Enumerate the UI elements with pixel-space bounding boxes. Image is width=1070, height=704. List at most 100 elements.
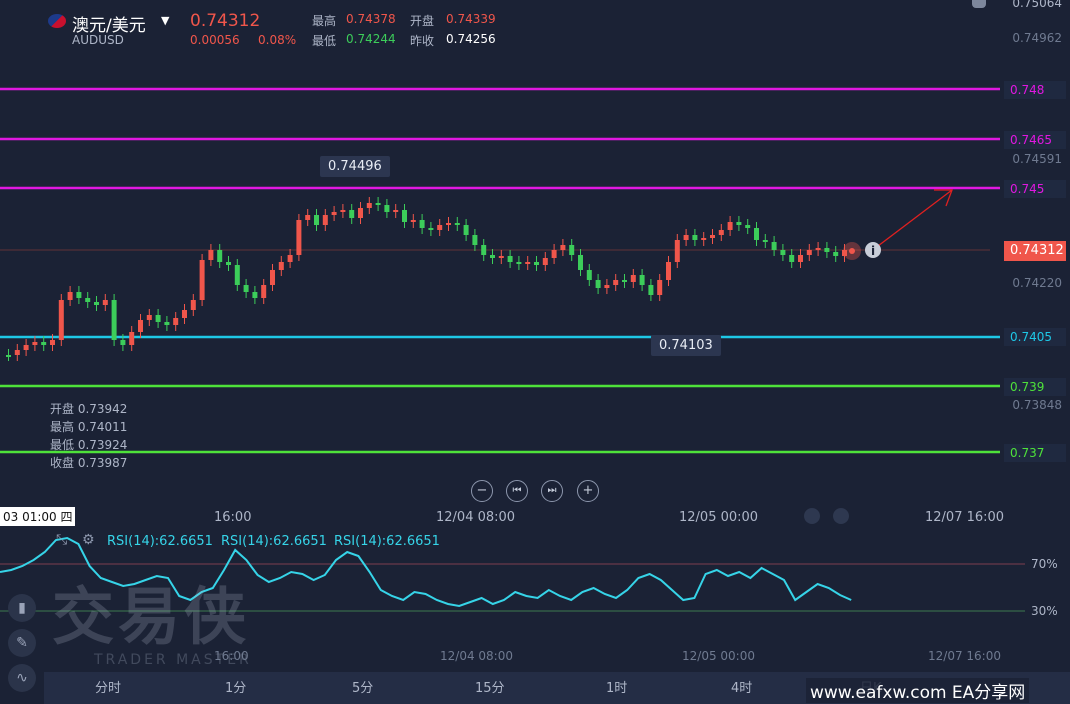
candle (534, 262, 539, 265)
tab-15min[interactable]: 15分 (475, 677, 505, 696)
candle (76, 292, 82, 298)
watermark-logo: 交易侠 (52, 580, 251, 653)
rsi-label: RSI(14):62.6651 (107, 534, 213, 549)
candle (727, 222, 733, 230)
candle (692, 235, 698, 240)
axis-price-top: 0.75064 (1012, 0, 1062, 10)
scroll-right-button[interactable]: ⏭ (541, 480, 563, 502)
zoom-out-button[interactable]: − (471, 480, 493, 502)
candle (710, 235, 715, 238)
candle (384, 205, 390, 212)
candle (648, 285, 654, 295)
candle (446, 223, 451, 225)
candle (102, 300, 108, 305)
candle (120, 340, 126, 345)
scroll-left-button[interactable]: ⏮ (506, 480, 528, 502)
rsi-label: RSI(14):62.6651 (334, 534, 440, 549)
candle (146, 315, 152, 320)
pair-code: AUDUSD (72, 33, 124, 47)
candle (674, 240, 680, 262)
candle (481, 245, 487, 255)
candle (182, 310, 187, 318)
candle (217, 250, 223, 262)
current-price-tag: 0.74312 (1004, 241, 1066, 261)
candle (23, 345, 29, 350)
level-tag-0737[interactable]: 0.737 (1004, 444, 1066, 462)
candle (199, 260, 205, 300)
candle (718, 230, 724, 235)
tab-1hour[interactable]: 1时 (606, 677, 627, 696)
rsi-time-label: 12/05 00:00 (682, 649, 755, 663)
level-tag-07465[interactable]: 0.7465 (1004, 131, 1066, 149)
change-abs: 0.00056 (190, 33, 240, 47)
support-resistance-lines (0, 87, 1000, 454)
candle (437, 225, 443, 230)
level-tag-07405[interactable]: 0.7405 (1004, 328, 1066, 346)
zoom-in-button[interactable]: + (577, 480, 599, 502)
time-label: 12/07 16:00 (925, 510, 1005, 525)
candle (164, 322, 170, 325)
ohlc-low: 最低 0.73924 (50, 438, 128, 452)
candle (595, 280, 601, 288)
site-credit: www.eafxw.com EA分享网 (806, 678, 1030, 703)
chevron-down-icon[interactable]: ▼ (161, 14, 169, 27)
candle (736, 222, 742, 225)
draw-pen-icon[interactable]: ✎ (8, 629, 36, 657)
candle (32, 342, 38, 345)
candle (762, 240, 768, 242)
candle (366, 203, 372, 208)
last-price: 0.74312 (190, 11, 261, 31)
high-label: 最高 (312, 14, 337, 28)
level-tag-0745[interactable]: 0.745 (1004, 180, 1066, 198)
dot-button[interactable] (804, 508, 820, 524)
candle (542, 258, 548, 265)
candle (498, 256, 504, 258)
candle (67, 292, 73, 300)
open-label: 开盘 (410, 14, 435, 28)
low-callout: 0.74103 (651, 335, 721, 356)
candle (463, 225, 469, 235)
candle (190, 300, 196, 310)
axis-price-tick: 0.74962 (1012, 31, 1062, 45)
low-label: 最低 (312, 34, 337, 48)
level-tag-0748[interactable]: 0.748 (1004, 81, 1066, 99)
level-tag-0739[interactable]: 0.739 (1004, 378, 1066, 396)
candle (560, 245, 566, 250)
candle (586, 270, 592, 280)
cursor-time-label: 03 01:00 四 (0, 507, 76, 526)
high-callout: 0.74496 (320, 156, 390, 177)
candle (824, 248, 830, 252)
candle (270, 270, 275, 285)
ohlc-high: 最高 0.74011 (50, 420, 128, 434)
time-label: 12/04 08:00 (436, 510, 516, 525)
gear-icon[interactable]: ⚙ (82, 532, 95, 548)
tab-4hour[interactable]: 4时 (731, 677, 752, 696)
candle (173, 318, 179, 325)
candle (472, 235, 478, 245)
ohlc-close: 收盘 0.73987 (50, 456, 128, 470)
candle (604, 285, 610, 288)
candle (234, 265, 240, 285)
tab-5min[interactable]: 5分 (352, 677, 373, 696)
indicator-icon[interactable]: ∿ (8, 664, 36, 692)
candle (375, 203, 381, 205)
axis-price-tick: 0.74591 (1012, 152, 1062, 166)
candle (789, 255, 795, 262)
dot-button[interactable] (833, 508, 849, 524)
tab-1min[interactable]: 1分 (225, 677, 246, 696)
axis-price-tick: 0.73848 (1012, 398, 1062, 412)
candle (745, 225, 751, 228)
candle (252, 292, 258, 298)
candle (41, 342, 47, 345)
rsi-time-label: 16:00 (214, 649, 249, 663)
candle (771, 242, 777, 250)
time-label: 16:00 (214, 510, 252, 525)
candle (402, 210, 407, 222)
bell-icon[interactable] (972, 0, 986, 8)
candle (94, 302, 99, 305)
candle (683, 235, 689, 240)
candle-type-icon[interactable]: ▮ (8, 594, 36, 622)
prev-close-value: 0.74256 (446, 32, 496, 46)
collapse-icon[interactable]: ⤡ (56, 532, 67, 548)
tab-tick[interactable]: 分时 (95, 677, 121, 696)
